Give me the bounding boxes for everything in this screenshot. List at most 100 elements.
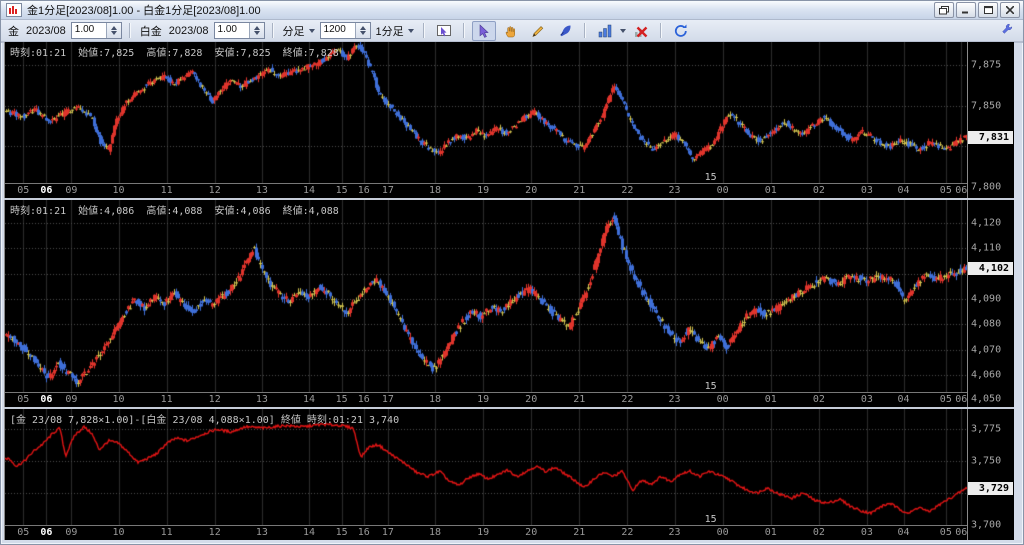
x-axis-tick: 12: [209, 185, 221, 196]
x-axis-tick: 11: [161, 527, 173, 538]
platinum-price-axis: 4,1204,1104,0904,0804,0704,0604,0504,102: [968, 200, 1014, 407]
x-axis-tick: 00: [717, 527, 729, 538]
x-axis-tick: 21: [573, 527, 585, 538]
toolbar-separator: [463, 23, 465, 38]
minimize-icon: [962, 6, 970, 14]
x-axis-tick: 15: [336, 185, 348, 196]
gold-chart-canvas: [5, 42, 967, 184]
x-axis-tick: 19: [477, 527, 489, 538]
x-axis-tick: 05: [940, 394, 952, 405]
x-axis-tick: 12: [209, 527, 221, 538]
interval-dropdown[interactable]: 1分足: [374, 23, 416, 39]
x-axis-tick: 20: [525, 527, 537, 538]
gold-chart-plot[interactable]: 時刻:01:21 始値:7,825 高値:7,828 安値:7,825 終値:7…: [4, 42, 968, 198]
x-axis-tick: 15: [336, 527, 348, 538]
x-axis-tick: 06: [955, 185, 967, 196]
last-price-badge: 7,831: [968, 131, 1013, 144]
x-axis-tick: 18: [429, 185, 441, 196]
spinner-arrows-icon[interactable]: [355, 23, 370, 38]
app-icon: [6, 3, 22, 17]
spread-line-panel: [金 23/08 7,828×1.00]-[白金 23/08 4,088×1.0…: [4, 409, 1014, 540]
pen-button[interactable]: [553, 21, 577, 41]
x-axis-tick: 10: [112, 527, 124, 538]
spread-chart-plot[interactable]: [金 23/08 7,828×1.00]-[白金 23/08 4,088×1.0…: [4, 409, 968, 540]
x-axis-tick: 20: [525, 185, 537, 196]
x-axis-tick: 13: [256, 394, 268, 405]
select-arrow-button[interactable]: [472, 21, 496, 41]
x-axis-tick: 22: [621, 394, 633, 405]
x-axis-tick: 19: [477, 185, 489, 196]
hand-icon: [503, 23, 519, 39]
x-axis-tick: 14: [303, 185, 315, 196]
x-axis-tick: 22: [621, 185, 633, 196]
x-axis-tick: 16: [358, 394, 370, 405]
toolbar-separator: [129, 23, 131, 38]
x-axis-tick: 14: [303, 527, 315, 538]
x-axis-tick: 01: [765, 527, 777, 538]
spinner-arrows-icon[interactable]: [249, 23, 264, 38]
x-axis-tick: 01: [765, 185, 777, 196]
toolbar-separator: [423, 23, 425, 38]
bar-count-spinner[interactable]: 1200: [320, 22, 371, 39]
platinum-multiplier-spinner[interactable]: 1.00: [214, 22, 265, 39]
spread-price-axis: 3,7753,7503,7003,729: [968, 409, 1014, 540]
x-axis-tick: 18: [429, 527, 441, 538]
last-price-badge: 3,729: [968, 482, 1013, 495]
day-marker: 15: [705, 381, 717, 392]
x-axis-tick: 11: [161, 185, 173, 196]
cascade-icon: [939, 6, 949, 15]
x-axis-tick: 10: [112, 394, 124, 405]
x-axis-tick: 16: [358, 185, 370, 196]
chart-stack: 時刻:01:21 始値:7,825 高値:7,828 安値:7,825 終値:7…: [4, 42, 1014, 540]
platinum-ohlc-info: 時刻:01:21 始値:4,086 高値:4,088 安値:4,086 終値:4…: [10, 202, 339, 217]
settings-wrench-button[interactable]: [1000, 22, 1014, 39]
y-axis-label: 4,110: [971, 242, 1001, 253]
bar-count-value[interactable]: 1200: [321, 23, 355, 38]
chart-type-button[interactable]: [593, 21, 617, 41]
y-axis-label: 3,700: [971, 519, 1001, 530]
pan-hand-button[interactable]: [499, 21, 523, 41]
y-axis-label: 4,080: [971, 319, 1001, 330]
gold-price-axis: 7,8757,8507,8007,831: [968, 42, 1014, 198]
pencil-icon: [530, 23, 546, 39]
minimize-button[interactable]: [956, 2, 976, 18]
x-axis-tick: 05: [17, 394, 29, 405]
x-axis-tick: 06: [40, 527, 52, 538]
x-axis-tick: 02: [813, 527, 825, 538]
maximize-icon: [984, 6, 993, 14]
maximize-button[interactable]: [978, 2, 998, 18]
spread-chart-canvas: [5, 409, 967, 526]
cascade-button[interactable]: [934, 2, 954, 18]
day-marker: 15: [705, 514, 717, 525]
toolbar: 金 2023/08 1.00 白金 2023/08 1.00 分足 1200 1…: [1, 20, 1023, 43]
gold-multiplier-spinner[interactable]: 1.00: [71, 22, 122, 39]
gold-multiplier-value[interactable]: 1.00: [72, 23, 106, 38]
toolbar-separator: [272, 23, 274, 38]
close-button[interactable]: [1000, 2, 1020, 18]
chevron-down-icon[interactable]: [620, 29, 626, 33]
gold-label: 金: [6, 23, 21, 39]
refresh-button[interactable]: [669, 21, 693, 41]
y-axis-label: 3,750: [971, 456, 1001, 467]
pencil-button[interactable]: [526, 21, 550, 41]
x-axis-tick: 03: [861, 185, 873, 196]
gold-candlestick-panel: 時刻:01:21 始値:7,825 高値:7,828 安値:7,825 終値:7…: [4, 42, 1014, 200]
spinner-arrows-icon[interactable]: [106, 23, 121, 38]
interval-label: 1分足: [376, 23, 404, 39]
interval-type-dropdown[interactable]: 分足: [281, 23, 317, 39]
x-axis-tick: 13: [256, 527, 268, 538]
chart-cursor-button[interactable]: [432, 21, 456, 41]
x-axis-tick: 23: [669, 185, 681, 196]
x-axis-tick: 17: [382, 394, 394, 405]
gold-time-axis: 0506091011121314151617181920212223000102…: [5, 183, 967, 198]
platinum-chart-plot[interactable]: 時刻:01:21 始値:4,086 高値:4,088 安値:4,086 終値:4…: [4, 200, 968, 407]
x-axis-tick: 17: [382, 185, 394, 196]
x-axis-tick: 06: [955, 527, 967, 538]
delete-chart-button[interactable]: [629, 21, 653, 41]
gold-month: 2023/08: [24, 25, 68, 37]
gold-ohlc-info: 時刻:01:21 始値:7,825 高値:7,828 安値:7,825 終値:7…: [10, 44, 339, 59]
platinum-multiplier-value[interactable]: 1.00: [215, 23, 249, 38]
x-axis-tick: 12: [209, 394, 221, 405]
x-axis-tick: 23: [669, 394, 681, 405]
x-axis-tick: 14: [303, 394, 315, 405]
